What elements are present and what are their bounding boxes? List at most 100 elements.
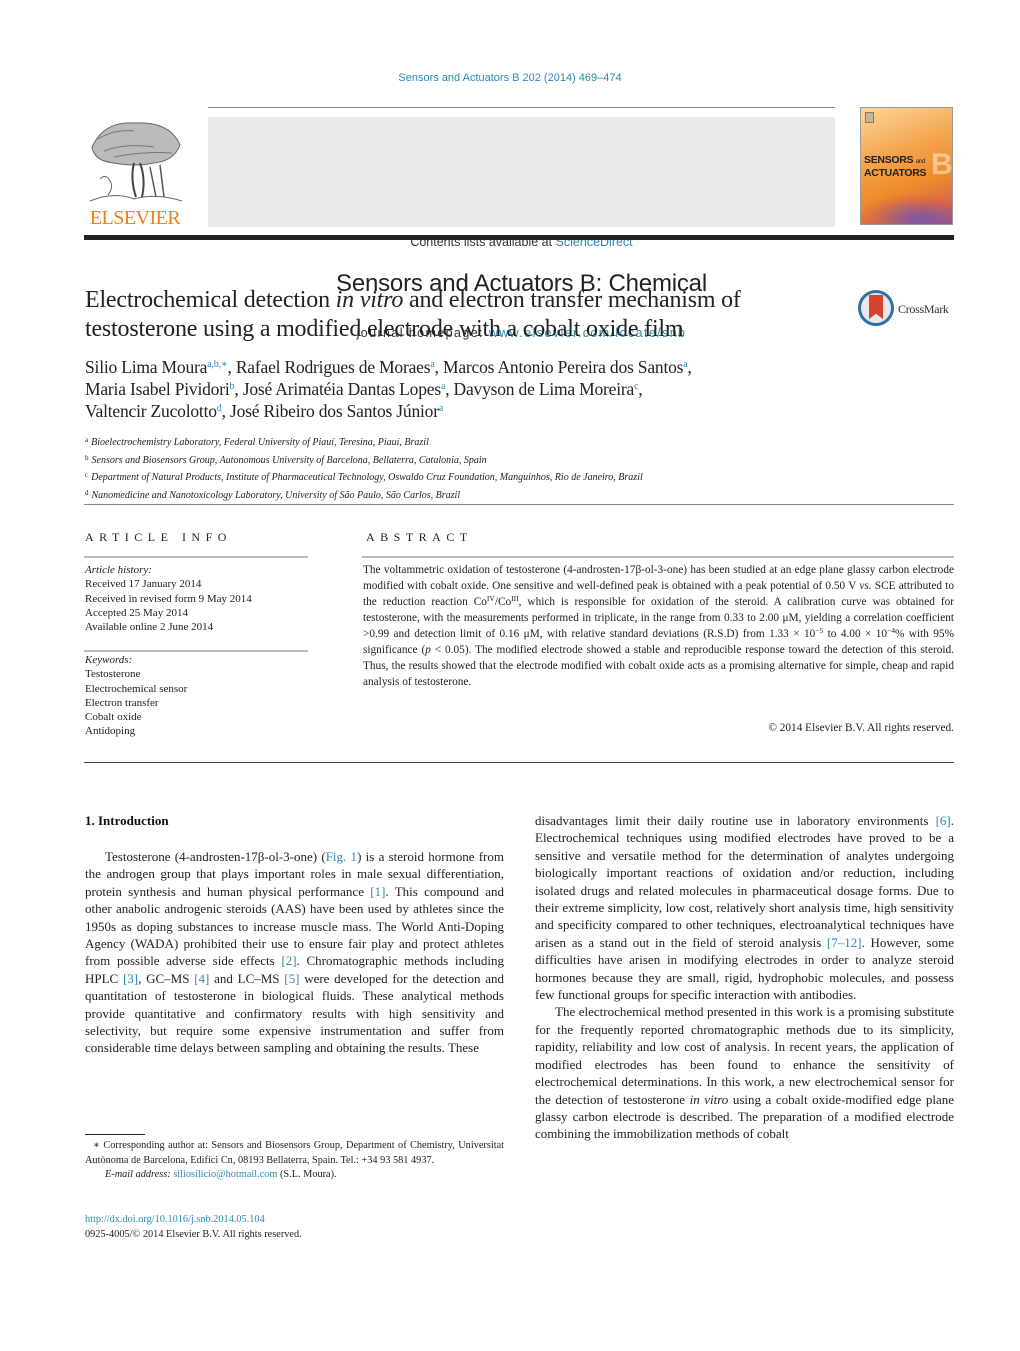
history-label: Article history: (85, 564, 152, 576)
citation-link[interactable]: [7–12] (827, 935, 862, 950)
intro-column-right: disadvantages limit their daily routine … (535, 812, 954, 1143)
author-list: Silio Lima Mouraa,b,∗, Rafael Rodrigues … (85, 356, 885, 422)
author-sep: , (445, 379, 454, 399)
author-sep: , (434, 357, 443, 377)
affiliation-text: Nanomedicine and Nanotoxicology Laborato… (91, 489, 461, 501)
article-info-heading: ARTICLE INFO (85, 530, 232, 544)
issn-line: 0925-4005/© 2014 Elsevier B.V. All right… (85, 1228, 302, 1240)
citation-link[interactable]: [1] (370, 884, 385, 899)
affiliation: d Nanomedicine and Nanotoxicology Laborat… (85, 486, 885, 504)
keyword: Cobalt oxide (85, 711, 142, 724)
abstract-copyright: © 2014 Elsevier B.V. All rights reserved… (768, 722, 954, 734)
author-sep: , (687, 357, 692, 377)
section-heading-introduction: 1. Introduction (85, 813, 169, 828)
author-name: Valtencir Zucolotto (85, 401, 217, 421)
email-label: E-mail address: (105, 1169, 174, 1180)
cover-line1: SENSORS (864, 154, 914, 166)
affiliation-text: Department of Natural Products, Institut… (91, 472, 643, 483)
body-text: . Electrochemical techniques using modif… (535, 813, 954, 950)
affiliation: a Bioelectrochemistry Laboratory, Federal… (85, 433, 885, 451)
body-rule (84, 762, 954, 763)
citation-link[interactable]: [2] (281, 953, 296, 968)
abstract-sup: III (511, 594, 519, 603)
crossmark-label: CrossMark (898, 302, 949, 316)
affiliation-text: Bioelectrochemistry Laboratory, Federal … (91, 437, 429, 448)
citation-link[interactable]: [4] (194, 971, 209, 986)
journal-cover-thumbnail[interactable]: B SENSORS and ACTUATORS (860, 107, 953, 225)
abstract-rule (362, 556, 954, 558)
abstract-italic: vs. (859, 580, 872, 592)
intro-paragraph-continued: disadvantages limit their daily routine … (535, 812, 954, 1003)
affiliation-key: d (85, 488, 89, 497)
author: José Arimatéia Dantas Lopesa, (243, 379, 454, 399)
keywords-rule (84, 650, 308, 652)
header-thick-rule (84, 235, 954, 240)
history-item: Received in revised form 9 May 2014 (85, 592, 252, 605)
section-rule (84, 504, 954, 505)
cover-artwork (861, 194, 952, 224)
doi-link[interactable]: http://dx.doi.org/10.1016/j.snb.2014.05.… (85, 1214, 265, 1225)
footnote-star: ∗ (93, 1140, 100, 1151)
author: Marcos Antonio Pereira dos Santosa, (443, 357, 692, 377)
author-sep: , (221, 401, 230, 421)
author-sep: , (227, 357, 236, 377)
abstract-text: The voltammetric oxidation of testostero… (363, 562, 954, 690)
keyword: Testosterone (85, 668, 141, 681)
abstract-fragment: /Co (494, 596, 512, 608)
cover-and: and (915, 159, 925, 165)
author-affiliation-link[interactable]: a,b,∗ (207, 359, 227, 370)
intro-paragraph: The electrochemical method presented in … (535, 1003, 954, 1142)
footnote-address: ∗ Corresponding author at: Sensors and B… (85, 1139, 504, 1168)
citation-link[interactable]: [6] (936, 813, 951, 828)
author: Rafael Rodrigues de Moraesa, (236, 357, 443, 377)
history-item: Accepted 25 May 2014 (85, 606, 188, 619)
affiliation-key: b (85, 453, 89, 462)
cover-line2: ACTUATORS (864, 167, 927, 179)
intro-paragraph-left: Testosterone (4-androsten-17β-ol-3-one) … (85, 848, 504, 1057)
abstract-fragment: < 0.05). The modified electrode showed a… (363, 644, 954, 688)
affiliation: b Sensors and Biosensors Group, Autonomou… (85, 451, 885, 469)
author-sep: , (638, 379, 643, 399)
author-name: Silio Lima Moura (85, 357, 208, 377)
body-text: disadvantages limit their daily routine … (535, 813, 936, 828)
title-italic: in vitro (335, 287, 404, 313)
author: Davyson de Lima Moreirac, (454, 379, 643, 399)
affiliation: c Department of Natural Products, Institu… (85, 468, 885, 486)
journal-citation-link[interactable]: Sensors and Actuators B 202 (2014) 469–4… (0, 72, 1020, 84)
author: Silio Lima Mouraa,b,∗, (85, 357, 236, 377)
corresponding-author-footnote: ∗ Corresponding author at: Sensors and B… (85, 1139, 504, 1183)
author: José Ribeiro dos Santos Júniora (230, 401, 443, 421)
author: Valtencir Zucolottod, (85, 401, 230, 421)
history-item: Available online 2 June 2014 (85, 621, 214, 634)
author-affiliation-link[interactable]: a (439, 403, 443, 414)
email-link[interactable]: siliosilicio@hotmail.com (173, 1169, 277, 1180)
body-text: , GC–MS (138, 970, 195, 986)
citation-link[interactable]: [3] (123, 971, 138, 986)
elsevier-wordmark: ELSEVIER (89, 207, 181, 229)
doi-block: http://dx.doi.org/10.1016/j.snb.2014.05.… (85, 1213, 302, 1242)
affiliation-key: a (85, 436, 89, 444)
author-name: Rafael Rodrigues de Moraes (235, 357, 431, 377)
keyword: Electrochemical sensor (85, 682, 188, 695)
author-name: José Ribeiro dos Santos Júnior (229, 401, 439, 421)
body-text: and LC–MS (209, 970, 285, 986)
affiliation-text: Sensors and Biosensors Group, Autonomous… (91, 454, 487, 466)
abstract-sup: −4 (887, 626, 896, 635)
crossmark-badge[interactable]: CrossMark (858, 290, 958, 330)
body-italic: in vitro (689, 1091, 729, 1107)
figure-ref-link[interactable]: Fig. 1 (326, 849, 357, 864)
author-name: Maria Isabel Pividori (85, 379, 230, 399)
footnote-text: Corresponding author at: Sensors and Bio… (85, 1140, 504, 1166)
article-title: Electrochemical detection in vitro and e… (85, 286, 845, 344)
author-name: José Arimatéia Dantas Lopes (242, 379, 441, 399)
author-sep: , (234, 379, 243, 399)
cover-publisher-icon (865, 112, 874, 123)
citation-link[interactable]: [5] (284, 971, 299, 986)
author-name: Marcos Antonio Pereira dos Santos (442, 357, 684, 377)
title-text-1: Electrochemical detection (85, 287, 336, 313)
cover-title: SENSORS and ACTUATORS (864, 154, 927, 179)
keywords-label: Keywords: (85, 654, 133, 666)
footnote-email: E-mail address: siliosilicio@hotmail.com… (85, 1168, 504, 1183)
email-suffix: (S.L. Moura). (277, 1169, 337, 1180)
article-history: Article history: Received 17 January 201… (85, 563, 310, 634)
